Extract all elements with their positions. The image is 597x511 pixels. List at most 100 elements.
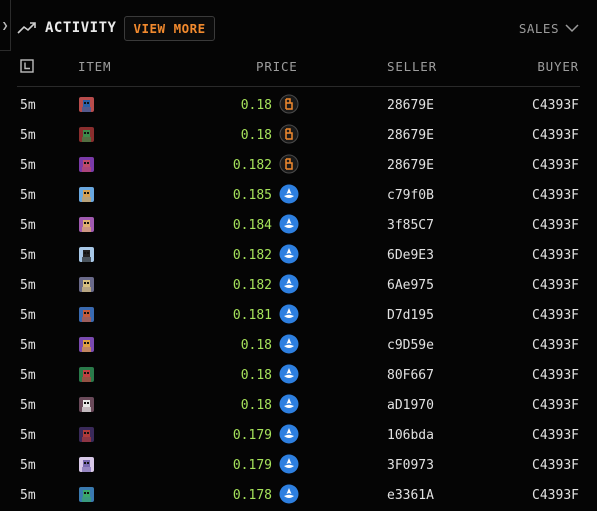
row-time: 5m	[20, 368, 36, 383]
row-price: 0.182	[232, 158, 272, 173]
row-price: 0.182	[232, 278, 272, 293]
row-seller[interactable]: 80F667	[387, 368, 434, 383]
blue-token-icon	[279, 334, 299, 354]
table-row[interactable]: 5m 0.179 3F0973 C4393F	[0, 450, 597, 480]
row-seller[interactable]: 28679E	[387, 128, 434, 143]
blue-token-icon	[279, 454, 299, 474]
row-price: 0.178	[232, 488, 272, 503]
chevron-down-icon	[565, 23, 579, 32]
row-seller[interactable]: c9D59e	[387, 338, 434, 353]
row-buyer[interactable]: C4393F	[532, 278, 579, 293]
row-price: 0.184	[232, 218, 272, 233]
clock-column-icon[interactable]	[20, 59, 34, 73]
item-thumbnail[interactable]	[79, 457, 94, 472]
column-header-price[interactable]: PRICE	[256, 59, 298, 74]
chevron-right-icon: ❯	[1, 18, 9, 32]
table-row[interactable]: 5m 0.18 28679E C4393F	[0, 90, 597, 120]
row-price: 0.179	[232, 458, 272, 473]
column-header-seller: SELLER	[387, 59, 437, 74]
row-buyer[interactable]: C4393F	[532, 158, 579, 173]
column-header-item: ITEM	[78, 59, 112, 74]
row-buyer[interactable]: C4393F	[532, 368, 579, 383]
item-thumbnail[interactable]	[79, 217, 94, 232]
row-buyer[interactable]: C4393F	[532, 488, 579, 503]
row-time: 5m	[20, 338, 36, 353]
row-seller[interactable]: 28679E	[387, 158, 434, 173]
blue-token-icon	[279, 304, 299, 324]
item-thumbnail[interactable]	[79, 337, 94, 352]
item-thumbnail[interactable]	[79, 427, 94, 442]
orange-token-icon	[279, 154, 299, 174]
row-buyer[interactable]: C4393F	[532, 398, 579, 413]
blue-token-icon	[279, 214, 299, 234]
item-thumbnail[interactable]	[79, 307, 94, 322]
activity-panel: ❯ ACTIVITY VIEW MORE SALES ITEM PRICE SE…	[0, 0, 597, 511]
row-time: 5m	[20, 488, 36, 503]
table-row[interactable]: 5m 0.18 c9D59e C4393F	[0, 330, 597, 360]
table-row[interactable]: 5m 0.179 106bda C4393F	[0, 420, 597, 450]
blue-token-icon	[279, 364, 299, 384]
row-buyer[interactable]: C4393F	[532, 218, 579, 233]
orange-token-icon	[279, 124, 299, 144]
sales-filter-dropdown[interactable]: SALES	[519, 21, 579, 36]
row-buyer[interactable]: C4393F	[532, 458, 579, 473]
row-time: 5m	[20, 128, 36, 143]
item-thumbnail[interactable]	[79, 277, 94, 292]
activity-header: ACTIVITY VIEW MORE SALES	[17, 14, 579, 42]
table-row[interactable]: 5m 0.182 28679E C4393F	[0, 150, 597, 180]
row-time: 5m	[20, 278, 36, 293]
row-seller[interactable]: D7d195	[387, 308, 434, 323]
row-buyer[interactable]: C4393F	[532, 308, 579, 323]
row-price: 0.185	[232, 188, 272, 203]
row-time: 5m	[20, 158, 36, 173]
row-seller[interactable]: e3361A	[387, 488, 434, 503]
row-time: 5m	[20, 458, 36, 473]
item-thumbnail[interactable]	[79, 367, 94, 382]
row-seller[interactable]: 6De9E3	[387, 248, 434, 263]
item-thumbnail[interactable]	[79, 97, 94, 112]
column-header-buyer: BUYER	[537, 59, 579, 74]
collapse-panel-handle[interactable]: ❯	[0, 0, 11, 51]
row-price: 0.18	[240, 398, 272, 413]
row-price: 0.18	[240, 98, 272, 113]
item-thumbnail[interactable]	[79, 127, 94, 142]
item-thumbnail[interactable]	[79, 187, 94, 202]
row-buyer[interactable]: C4393F	[532, 248, 579, 263]
row-time: 5m	[20, 308, 36, 323]
item-thumbnail[interactable]	[79, 157, 94, 172]
row-seller[interactable]: 3F0973	[387, 458, 434, 473]
row-seller[interactable]: 28679E	[387, 98, 434, 113]
table-row[interactable]: 5m 0.178 e3361A C4393F	[0, 480, 597, 510]
table-row[interactable]: 5m 0.181 D7d195 C4393F	[0, 300, 597, 330]
item-thumbnail[interactable]	[79, 247, 94, 262]
table-row[interactable]: 5m 0.185 c79f0B C4393F	[0, 180, 597, 210]
row-seller[interactable]: 106bda	[387, 428, 434, 443]
table-row[interactable]: 5m 0.18 aD1970 C4393F	[0, 390, 597, 420]
row-time: 5m	[20, 98, 36, 113]
table-row[interactable]: 5m 0.182 6De9E3 C4393F	[0, 240, 597, 270]
header-divider	[17, 86, 580, 87]
table-row[interactable]: 5m 0.182 6Ae975 C4393F	[0, 270, 597, 300]
row-seller[interactable]: 3f85C7	[387, 218, 434, 233]
row-buyer[interactable]: C4393F	[532, 128, 579, 143]
row-time: 5m	[20, 398, 36, 413]
table-row[interactable]: 5m 0.184 3f85C7 C4393F	[0, 210, 597, 240]
blue-token-icon	[279, 184, 299, 204]
row-buyer[interactable]: C4393F	[532, 428, 579, 443]
row-seller[interactable]: 6Ae975	[387, 278, 434, 293]
blue-token-icon	[279, 244, 299, 264]
row-buyer[interactable]: C4393F	[532, 338, 579, 353]
row-buyer[interactable]: C4393F	[532, 98, 579, 113]
row-time: 5m	[20, 188, 36, 203]
row-buyer[interactable]: C4393F	[532, 188, 579, 203]
row-price: 0.18	[240, 338, 272, 353]
row-seller[interactable]: c79f0B	[387, 188, 434, 203]
blue-token-icon	[279, 274, 299, 294]
row-seller[interactable]: aD1970	[387, 398, 434, 413]
item-thumbnail[interactable]	[79, 487, 94, 502]
activity-table-body: 5m 0.18 28679E C4393F 5m 0.18 28679E C4393F 5m 0.…	[0, 90, 597, 510]
table-row[interactable]: 5m 0.18 28679E C4393F	[0, 120, 597, 150]
item-thumbnail[interactable]	[79, 397, 94, 412]
view-more-button[interactable]: VIEW MORE	[124, 15, 215, 41]
table-row[interactable]: 5m 0.18 80F667 C4393F	[0, 360, 597, 390]
